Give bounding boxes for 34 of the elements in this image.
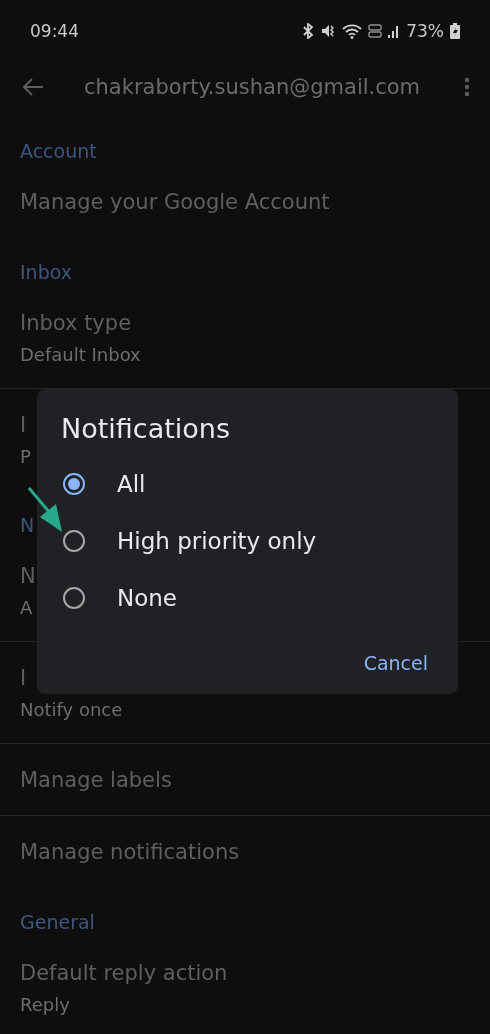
setting-value: P: [20, 445, 31, 469]
cancel-button[interactable]: Cancel: [357, 646, 434, 680]
wifi-icon: [342, 23, 363, 39]
battery-charging-icon: [450, 23, 460, 39]
clock-time: 09:44: [30, 21, 79, 41]
section-header: Inbox: [20, 260, 72, 284]
setting-value: Notify once: [20, 698, 123, 722]
setting-title[interactable]: Inbox type: [20, 310, 132, 337]
setting-title[interactable]: I: [20, 665, 27, 692]
option-label[interactable]: None: [117, 584, 177, 611]
setting-title[interactable]: Default reply action: [20, 960, 228, 987]
setting-value: Reply: [20, 993, 70, 1017]
radio-button[interactable]: [63, 472, 85, 495]
setting-title[interactable]: N: [20, 563, 36, 590]
setting-title[interactable]: I: [20, 412, 27, 439]
more-options-icon[interactable]: [464, 77, 470, 97]
setting-title[interactable]: Manage notifications: [20, 839, 240, 866]
option-label[interactable]: All: [117, 470, 146, 497]
section-header: General: [20, 910, 95, 934]
dialog-title: Notifications: [61, 412, 230, 446]
section-header: Account: [20, 139, 97, 163]
setting-title[interactable]: Manage your Google Account: [20, 189, 330, 216]
setting-title[interactable]: Manage labels: [20, 767, 172, 794]
section-header: N: [20, 513, 35, 537]
setting-value: A: [20, 596, 33, 620]
account-email: chakraborty.sushan@gmail.com: [84, 75, 422, 99]
back-arrow-icon[interactable]: [22, 78, 44, 96]
battery-percent: 73%: [406, 21, 444, 41]
setting-value: Default Inbox: [20, 343, 141, 367]
bluetooth-icon: [302, 23, 315, 39]
radio-button[interactable]: [63, 586, 85, 609]
option-label[interactable]: High priority only: [117, 527, 317, 554]
radio-button[interactable]: [63, 529, 85, 552]
signal-icon: [388, 23, 401, 39]
